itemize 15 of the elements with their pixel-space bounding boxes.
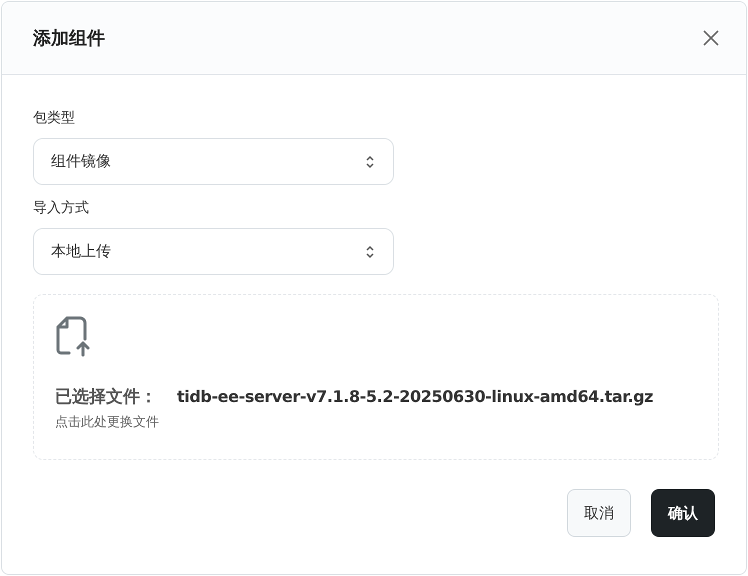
cancel-button[interactable]: 取消 bbox=[567, 489, 631, 537]
field-label: 导入方式 bbox=[33, 199, 90, 218]
file-upload-icon bbox=[55, 315, 91, 357]
chevron-updown-icon bbox=[365, 244, 375, 260]
select-field[interactable]: 组件镜像 bbox=[33, 138, 394, 185]
upload-dropzone[interactable]: 已选择文件： tidb-ee-server-v7.1.8-5.2-20250630-linux-amd64.tar.gz 点击此处更换文件 bbox=[33, 294, 719, 460]
field-label: 包类型 bbox=[33, 109, 76, 128]
dialog-title: 添加组件 bbox=[33, 26, 105, 50]
close-icon[interactable] bbox=[702, 29, 720, 47]
confirm-button[interactable]: 确认 bbox=[651, 489, 715, 537]
file-name: tidb-ee-server-v7.1.8-5.2-20250630-linux-amd64.tar.gz bbox=[177, 386, 654, 408]
chevron-updown-icon bbox=[365, 154, 375, 170]
select-field[interactable]: 本地上传 bbox=[33, 228, 394, 275]
change-file-hint: 点击此处更换文件 bbox=[55, 414, 160, 432]
selected-file-label: 已选择文件： bbox=[55, 386, 157, 409]
